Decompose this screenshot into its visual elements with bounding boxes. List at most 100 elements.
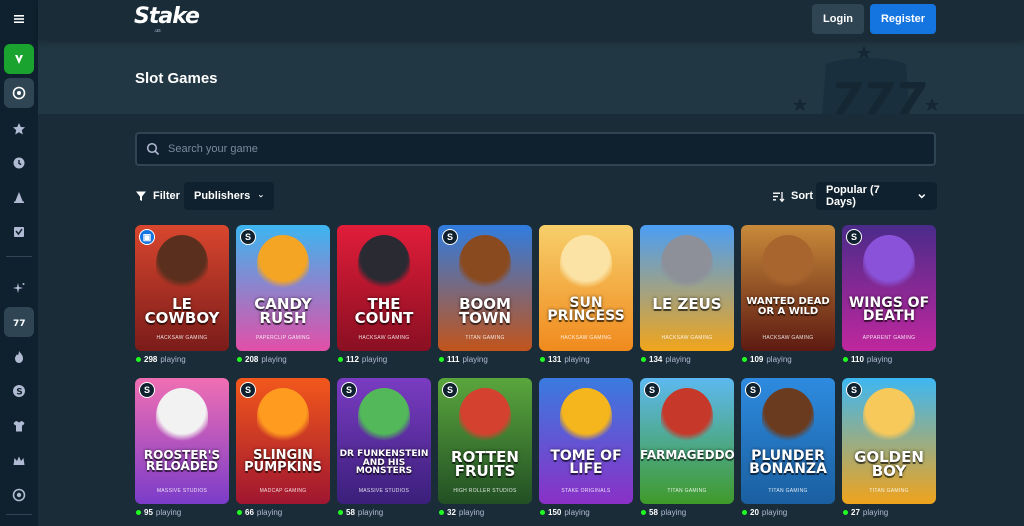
- stake-exclusive-icon: S: [240, 229, 256, 245]
- casino-chip-icon[interactable]: [4, 78, 34, 108]
- game-title: PLUNDER BONANZA: [749, 448, 827, 478]
- game-title: BOOM TOWN: [458, 295, 512, 328]
- clock-icon[interactable]: [4, 148, 34, 178]
- search-icon: [146, 142, 160, 156]
- players-suffix: playing: [462, 354, 488, 364]
- players-number: 66: [245, 507, 254, 517]
- game-title: WINGS OF DEATH: [848, 295, 930, 325]
- online-dot-icon: [439, 509, 444, 515]
- players-suffix: playing: [458, 507, 485, 517]
- game-title: DR FUNKENSTEIN AND HIS MONSTERS: [339, 449, 429, 477]
- search-bar[interactable]: [135, 132, 936, 166]
- game-title: SLINGIN PUMPKINS: [244, 448, 322, 476]
- fire-icon[interactable]: [4, 342, 34, 372]
- players-count: 58 playing: [338, 506, 383, 518]
- players-suffix: playing: [256, 507, 283, 517]
- game-art: [863, 235, 915, 291]
- game-card[interactable]: ▣ LE COWBOY HACKSAW GAMING: [135, 225, 229, 351]
- online-dot-icon: [439, 356, 444, 362]
- game-publisher: STAKE ORIGINALS: [561, 488, 611, 494]
- game-art: [257, 235, 309, 291]
- players-suffix: playing: [564, 354, 590, 364]
- live-casino-icon[interactable]: [4, 480, 34, 510]
- register-button[interactable]: Register: [870, 4, 936, 34]
- crown-icon[interactable]: [4, 446, 34, 476]
- trophy-cone-icon[interactable]: [4, 182, 34, 212]
- game-card[interactable]: S SLINGIN PUMPKINS MADCAP GAMING: [236, 378, 330, 504]
- game-art: [863, 388, 915, 444]
- login-button[interactable]: Login: [812, 4, 864, 34]
- players-count: 298 playing: [136, 353, 186, 365]
- players-number: 109: [750, 354, 764, 364]
- stake-exclusive-icon: S: [341, 382, 357, 398]
- sidebar-divider: [6, 256, 32, 257]
- game-title: ROTTEN FRUITS: [451, 448, 519, 481]
- game-card[interactable]: TOME OF LIFE STAKE ORIGINALS: [539, 378, 633, 504]
- filter-label[interactable]: Filter: [135, 186, 180, 206]
- game-card[interactable]: THE COUNT HACKSAW GAMING: [337, 225, 431, 351]
- checklist-icon[interactable]: [4, 217, 34, 247]
- online-dot-icon: [237, 356, 242, 362]
- filter-icon: [136, 191, 146, 201]
- game-title: WANTED DEAD OR A WILD: [746, 296, 830, 317]
- menu-icon[interactable]: [4, 4, 34, 34]
- players-number: 95: [144, 507, 153, 517]
- game-card[interactable]: S GOLDEN BOY TITAN GAMING: [842, 378, 936, 504]
- game-title: FARMAGEDDON: [640, 448, 734, 462]
- sort-label-text: Sort: [791, 190, 813, 202]
- game-title: LE ZEUS: [652, 295, 722, 313]
- game-title: TOME OF LIFE: [550, 448, 622, 478]
- players-suffix: playing: [564, 507, 590, 517]
- sort-label[interactable]: Sort: [772, 186, 813, 206]
- publishers-dropdown[interactable]: Publishers: [184, 182, 274, 210]
- players-suffix: playing: [261, 354, 287, 364]
- players-number: 150: [548, 507, 562, 517]
- game-art: [459, 388, 511, 444]
- players-suffix: playing: [766, 354, 792, 364]
- sweepstakes-icon[interactable]: [4, 44, 34, 74]
- players-count: 95 playing: [136, 506, 181, 518]
- stake-originals-icon[interactable]: S: [4, 376, 34, 406]
- top-bar: Stake .us Login Register: [38, 0, 1024, 40]
- game-card[interactable]: SUN PRINCESS HACKSAW GAMING: [539, 225, 633, 351]
- game-art: [661, 235, 713, 291]
- game-card[interactable]: S WINGS OF DEATH APPARENT GAMING: [842, 225, 936, 351]
- shirt-icon[interactable]: [4, 411, 34, 441]
- players-count: 110 playing: [843, 353, 892, 365]
- players-number: 208: [245, 354, 259, 364]
- players-number: 27: [851, 507, 860, 517]
- game-art: [459, 235, 511, 291]
- sparkle-icon[interactable]: [4, 273, 34, 303]
- slots-777-icon[interactable]: 777: [4, 307, 34, 337]
- players-suffix: playing: [665, 354, 691, 364]
- game-card[interactable]: S DR FUNKENSTEIN AND HIS MONSTERS MASSIVE …: [337, 378, 431, 504]
- publishers-dropdown-label: Publishers: [194, 190, 251, 202]
- stake-logo[interactable]: Stake: [134, 4, 200, 29]
- game-art: [156, 388, 208, 444]
- game-title: SUN PRINCESS: [547, 295, 625, 325]
- game-card[interactable]: S ROOSTER'S RELOADED MASSIVE STUDIOS: [135, 378, 229, 504]
- game-art: [762, 235, 814, 291]
- players-count: 111 playing: [439, 353, 488, 365]
- game-card[interactable]: LE ZEUS HACKSAW GAMING: [640, 225, 734, 351]
- players-count: 134 playing: [641, 353, 691, 365]
- online-dot-icon: [540, 509, 545, 515]
- star-icon[interactable]: [4, 114, 34, 144]
- game-card[interactable]: S BOOM TOWN TITAN GAMING: [438, 225, 532, 351]
- online-dot-icon: [742, 356, 747, 362]
- game-card[interactable]: WANTED DEAD OR A WILD HACKSAW GAMING: [741, 225, 835, 351]
- game-card[interactable]: S ROTTEN FRUITS HIGH ROLLER STUDIOS: [438, 378, 532, 504]
- search-input[interactable]: [168, 143, 934, 155]
- chevron-down-icon: [918, 194, 926, 199]
- sidebar: 777 S: [0, 0, 38, 526]
- players-count: 208 playing: [237, 353, 287, 365]
- players-number: 111: [447, 354, 460, 364]
- players-number: 131: [548, 354, 562, 364]
- page-title: Slot Games: [135, 70, 218, 87]
- game-card[interactable]: S FARMAGEDDON TITAN GAMING: [640, 378, 734, 504]
- online-dot-icon: [136, 356, 141, 362]
- game-card[interactable]: S PLUNDER BONANZA TITAN GAMING: [741, 378, 835, 504]
- game-card[interactable]: S CANDY RUSH PAPERCLIP GAMING: [236, 225, 330, 351]
- sort-dropdown[interactable]: Popular (7 Days): [816, 182, 937, 210]
- game-publisher: HIGH ROLLER STUDIOS: [453, 488, 517, 494]
